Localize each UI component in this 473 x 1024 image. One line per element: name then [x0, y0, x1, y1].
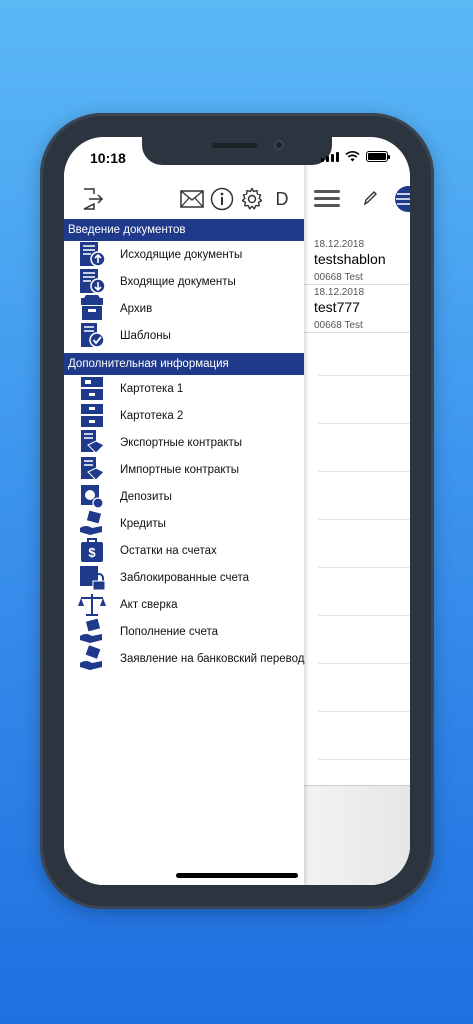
item-date: 18.12.2018	[314, 287, 365, 298]
phone-frame: 10:18 18.12.2018 testshablon 00668 Test …	[40, 113, 434, 909]
menu-label: Акт сверка	[120, 598, 178, 611]
menu-label: Экспортные контракты	[120, 436, 243, 449]
messages-button[interactable]	[178, 185, 206, 213]
screen: 10:18 18.12.2018 testshablon 00668 Test …	[64, 137, 410, 885]
menu-label: Депозиты	[120, 490, 172, 503]
item-title: testshablon	[314, 251, 386, 267]
empty-row-divider	[318, 663, 410, 664]
menu-label: Картотека 2	[120, 409, 184, 422]
pencil-icon[interactable]	[362, 189, 378, 207]
home-indicator	[176, 873, 298, 878]
menu-label: Заблокированные счета	[120, 571, 249, 584]
battery-icon	[366, 151, 390, 162]
gear-icon	[241, 187, 263, 210]
menu-item-bank-transfer[interactable]: Заявление на банковский перевод	[64, 645, 305, 672]
item-subtitle: 00668 Test	[314, 272, 363, 283]
card-index-icon	[78, 375, 106, 402]
menu-label: Входящие документы	[120, 275, 236, 288]
empty-row-divider	[318, 711, 410, 712]
item-date: 18.12.2018	[314, 239, 365, 250]
empty-row-divider	[318, 519, 410, 520]
empty-row-divider	[318, 423, 410, 424]
status-icons	[321, 151, 390, 162]
menu-label: Остатки на счетах	[120, 544, 217, 557]
outgoing-docs-icon	[78, 241, 106, 268]
menu-label: Архив	[120, 302, 153, 315]
section-header-documents: Введение документов	[64, 219, 304, 241]
menu-item-card-index-1[interactable]: Картотека 1	[64, 375, 304, 402]
menu-label: Пополнение счета	[120, 625, 219, 638]
info-icon	[210, 187, 234, 211]
import-contracts-icon	[78, 456, 106, 483]
incoming-docs-icon	[78, 268, 106, 295]
notch	[142, 137, 332, 165]
menu-item-locked-accounts[interactable]: Заблокированные счета	[64, 564, 304, 591]
envelope-icon	[180, 190, 204, 208]
settings-button[interactable]	[238, 185, 266, 213]
svg-text:$: $	[88, 545, 96, 560]
main-toolbar	[304, 181, 410, 219]
export-contracts-icon	[78, 429, 106, 456]
side-drawer: D Введение документов Исходящие документ…	[64, 137, 305, 885]
menu-item-export-contracts[interactable]: Экспортные контракты	[64, 429, 304, 456]
scales-icon	[78, 591, 106, 618]
speaker	[212, 143, 258, 148]
menu-item-credits[interactable]: Кредиты	[64, 510, 304, 537]
menu-item-archive[interactable]: Архив	[64, 295, 304, 322]
balance-icon: $	[78, 537, 106, 564]
menu-item-outgoing[interactable]: Исходящие документы	[64, 241, 304, 268]
hamburger-menu-icon[interactable]	[314, 187, 340, 209]
empty-row-divider	[318, 471, 410, 472]
signal-icon	[321, 151, 339, 162]
menu-label: Заявление на банковский перевод	[120, 652, 305, 665]
empty-row-divider	[318, 375, 410, 376]
logout-button[interactable]	[78, 185, 106, 213]
bank-logo-icon[interactable]	[394, 185, 410, 213]
menu-label: Исходящие документы	[120, 248, 243, 261]
status-time: 10:18	[90, 150, 126, 166]
main-content: 18.12.2018 testshablon 00668 Test 18.12.…	[304, 137, 410, 885]
top-up-icon	[78, 618, 106, 645]
empty-row-divider	[318, 567, 410, 568]
logout-icon	[83, 188, 104, 210]
menu-label: Шаблоны	[120, 329, 171, 342]
list-item[interactable]: 18.12.2018 test777 00668 Test	[304, 285, 410, 333]
empty-row-divider	[318, 615, 410, 616]
archive-icon	[78, 295, 106, 322]
wifi-icon	[345, 151, 360, 162]
templates-icon	[78, 322, 106, 349]
menu-label: Импортные контракты	[120, 463, 240, 476]
item-title: test777	[314, 299, 360, 315]
info-button[interactable]	[208, 185, 236, 213]
user-initial-button[interactable]: D	[268, 185, 296, 213]
menu-item-deposits[interactable]: Депозиты	[64, 483, 304, 510]
empty-row-divider	[318, 759, 410, 760]
menu-item-reconciliation[interactable]: Акт сверка	[64, 591, 304, 618]
menu-item-top-up[interactable]: Пополнение счета	[64, 618, 304, 645]
drawer-toolbar: D	[64, 181, 304, 219]
menu-label: Кредиты	[120, 517, 166, 530]
menu-label: Картотека 1	[120, 382, 184, 395]
bottom-bar	[304, 785, 410, 885]
menu-item-card-index-2[interactable]: Картотека 2	[64, 402, 304, 429]
list-item[interactable]: 18.12.2018 testshablon 00668 Test	[304, 237, 410, 285]
menu-item-import-contracts[interactable]: Импортные контракты	[64, 456, 304, 483]
camera	[274, 140, 284, 150]
menu-item-balances[interactable]: $ Остатки на счетах	[64, 537, 304, 564]
section-header-additional-info: Дополнительная информация	[64, 353, 304, 375]
card-index-icon	[78, 402, 106, 429]
menu-item-templates[interactable]: Шаблоны	[64, 322, 304, 349]
credits-icon	[78, 510, 106, 537]
item-subtitle: 00668 Test	[314, 320, 363, 331]
transfer-icon	[78, 645, 106, 672]
deposits-icon	[78, 483, 106, 510]
locked-account-icon	[78, 564, 106, 591]
menu-item-incoming[interactable]: Входящие документы	[64, 268, 304, 295]
